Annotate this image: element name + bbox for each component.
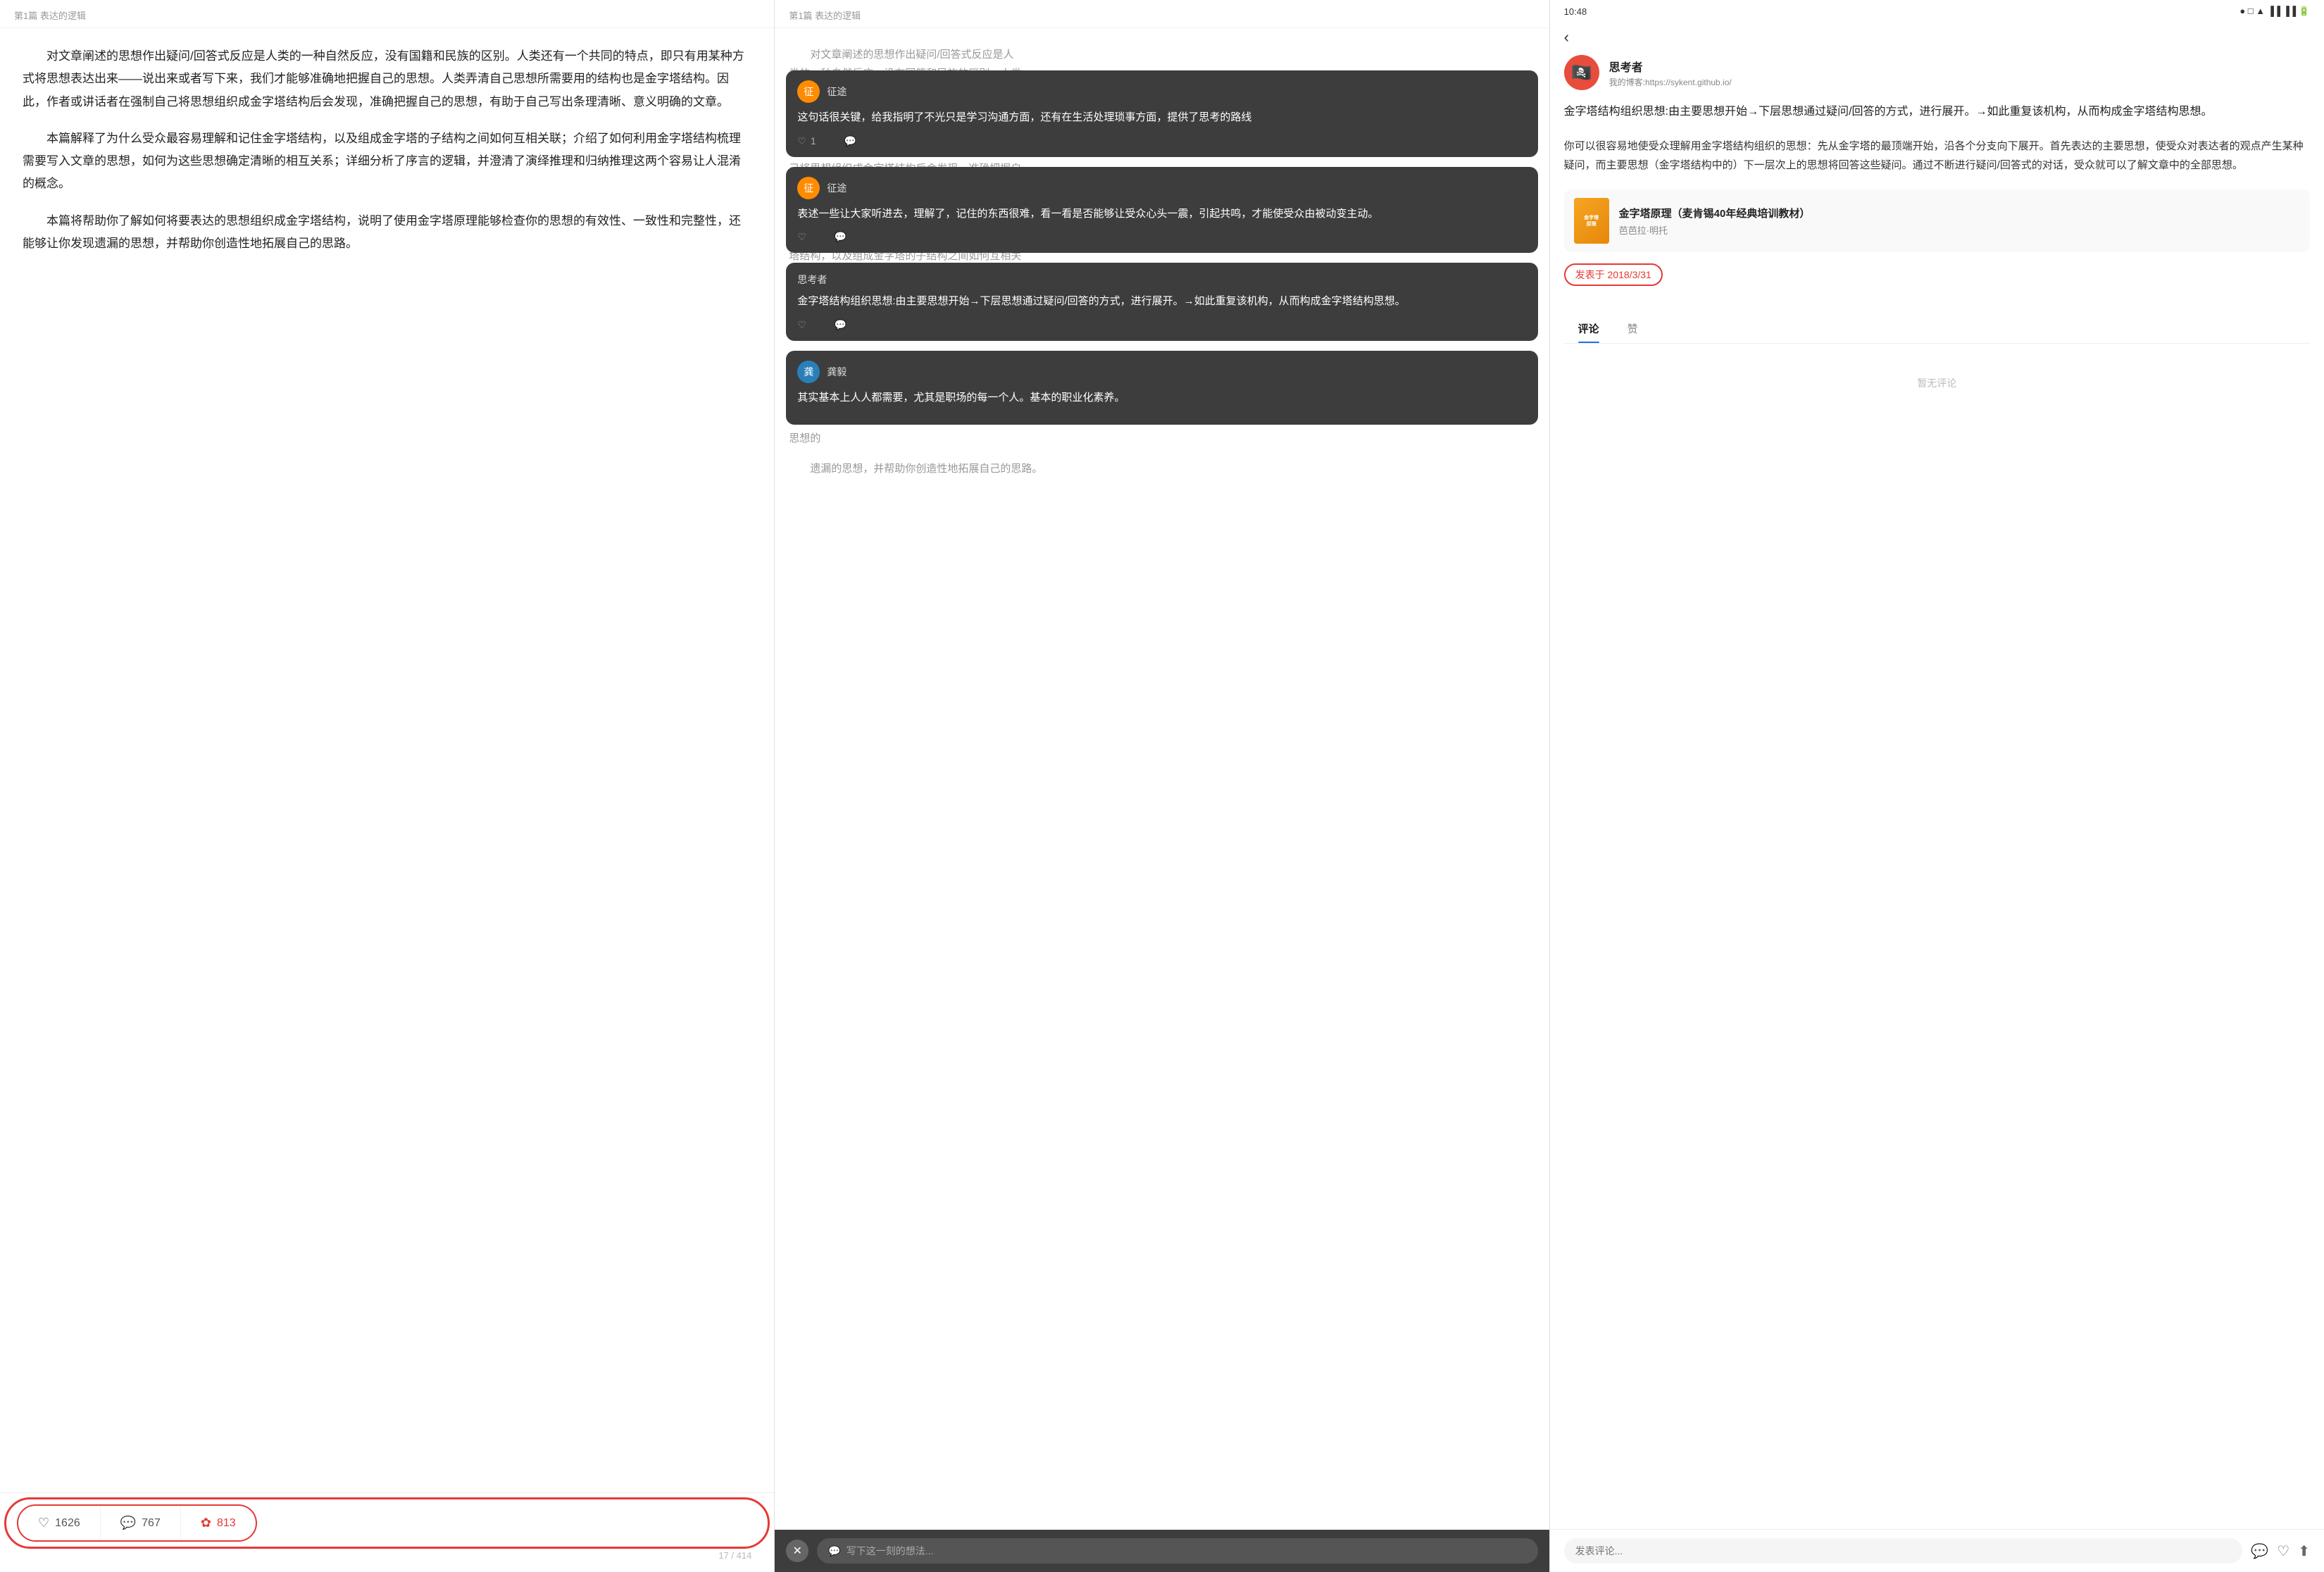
heart-icon: ♡ [797, 231, 806, 243]
tabs-row: 评论 赞 [1564, 314, 2310, 344]
page-indicator: 17 / 414 [17, 1550, 757, 1561]
panel-detail: 10:48 ● □ ▲ ▐▐ ▐▐ 🔋 ‹ 🏴‍☠️ 思考者 我的博客:http… [1549, 0, 2324, 1572]
reply-icon: 💬 [835, 231, 846, 243]
empty-comment: 暂无评论 [1564, 355, 2310, 411]
comment-bubble-icon: 💬 [828, 1545, 840, 1557]
book-author: 芭芭拉·明托 [1619, 223, 1811, 237]
panel-reader: 第1篇 表达的逻辑 对文章阐述的思想作出疑问/回答式反应是人类的一种自然反应，没… [0, 0, 774, 1572]
share-count: 813 [217, 1517, 236, 1530]
comment-avatar-4: 龚 [797, 361, 820, 383]
comment-reply-2[interactable]: 💬 [835, 231, 846, 243]
comment-text-1: 这句话很关键，给我指明了不光只是学习沟通方面，还有在生活处理琐事方面，提供了思考… [797, 108, 1526, 127]
reader-content: 对文章阐述的思想作出疑问/回答式反应是人类的一种自然反应，没有国籍和民族的区别。… [0, 28, 774, 1492]
author-info: 思考者 我的博客:https://sykent.github.io/ [1609, 58, 1732, 88]
author-avatar: 🏴‍☠️ [1564, 55, 1599, 90]
comment-input-placeholder: 写下这一刻的想法... [846, 1544, 934, 1558]
reader-title: 第1篇 表达的逻辑 [14, 11, 86, 21]
comment-icon: 💬 [120, 1516, 136, 1530]
heart-icon: ♡ [38, 1516, 49, 1530]
back-button[interactable]: ‹ [1564, 28, 1569, 46]
comment-input-bar: ✕ 💬 写下这一刻的想法... [775, 1530, 1549, 1572]
detail-body[interactable]: 金字塔结构组织思想:由主要思想开始→下层思想通过疑问/回答的方式，进行展开。→如… [1550, 101, 2324, 1529]
author-row: 🏴‍☠️ 思考者 我的博客:https://sykent.github.io/ [1550, 55, 2324, 101]
book-info: 金字塔原理（麦肯锡40年经典培训教材） 芭芭拉·明托 [1619, 206, 1811, 237]
comment-text-3: 金字塔结构组织思想:由主要思想开始→下层思想通过疑问/回答的方式，进行展开。→如… [797, 292, 1526, 311]
action-bar: ♡ 1626 💬 767 ✿ 813 [17, 1504, 257, 1542]
status-time: 10:48 [1564, 6, 1587, 17]
heart-icon: ♡ [797, 319, 806, 331]
share-icon: ✿ [201, 1516, 211, 1530]
comment-username-2: 征途 [827, 181, 846, 195]
panel-comments: 第1篇 表达的逻辑 对文章阐述的思想作出疑问/回答式反应是人类的一种自然反应，没… [774, 0, 1549, 1572]
status-icons: ● □ ▲ ▐▐ ▐▐ 🔋 [2239, 6, 2310, 17]
comment-username-4: 龚毅 [827, 365, 846, 379]
main-text: 金字塔结构组织思想:由主要思想开始→下层思想通过疑问/回答的方式，进行展开。→如… [1564, 101, 2310, 123]
comment-like-1[interactable]: ♡ 1 [797, 135, 816, 147]
reader-footer: ♡ 1626 💬 767 ✿ 813 17 / 414 [0, 1492, 774, 1572]
comment-like-2[interactable]: ♡ [797, 231, 806, 243]
comment-header-2: 征 征途 [797, 177, 1526, 199]
reply-icon: 💬 [835, 319, 846, 331]
book-title: 金字塔原理（麦肯锡40年经典培训教材） [1619, 206, 1811, 220]
like-button[interactable]: ♡ 1626 [18, 1506, 100, 1540]
comments-body: 对文章阐述的思想作出疑问/回答式反应是人类的一种自然反应，没有国籍和民族的区别。… [775, 28, 1549, 1572]
tab-likes[interactable]: 赞 [1613, 314, 1652, 343]
paragraph-1: 对文章阐述的思想作出疑问/回答式反应是人类的一种自然反应，没有国籍和民族的区别。… [23, 45, 751, 113]
comment-actions-3: ♡ 💬 [797, 319, 1526, 331]
comment-reply-3[interactable]: 💬 [835, 319, 846, 331]
publish-date: 发表于 2018/3/31 [1564, 263, 1663, 286]
heart-icon[interactable]: ♡ [2277, 1542, 2289, 1560]
detail-nav: ‹ [1550, 23, 2324, 55]
reader-header: 第1篇 表达的逻辑 [0, 0, 774, 28]
comment-header-3: 思考者 [797, 273, 1526, 287]
comment-header-4: 龚 龚毅 [797, 361, 1526, 383]
author-link: 我的博客:https://sykent.github.io/ [1609, 76, 1732, 88]
paragraph-3: 本篇将帮助你了解如何将要表达的思想组织成金字塔结构，说明了使用金字塔原理能够检查… [23, 210, 751, 256]
secondary-text: 你可以很容易地使受众理解用金字塔结构组织的思想：先从金字塔的最顶端开始，沿各个分… [1564, 137, 2310, 176]
like-count-1: 1 [811, 135, 816, 146]
comment-actions-2: ♡ 💬 [797, 231, 1526, 243]
comment-input-field[interactable] [1564, 1538, 2243, 1564]
message-icon[interactable]: 💬 [2251, 1542, 2268, 1560]
comments-overlay[interactable]: 征 征途 这句话很关键，给我指明了不光只是学习沟通方面，还有在生活处理琐事方面，… [775, 63, 1549, 1572]
comment-actions-1: ♡ 1 💬 [797, 135, 1526, 147]
comment-reply-1[interactable]: 💬 [844, 135, 856, 147]
comments-header: 第1篇 表达的逻辑 [775, 0, 1549, 28]
publish-date-wrapper: 发表于 2018/3/31 [1564, 263, 2310, 300]
share-icon[interactable]: ⬆ [2298, 1542, 2310, 1560]
comment-like-3[interactable]: ♡ [797, 319, 806, 331]
share-button[interactable]: ✿ 813 [180, 1506, 256, 1540]
like-count: 1626 [55, 1517, 80, 1530]
statusbar: 10:48 ● □ ▲ ▐▐ ▐▐ 🔋 [1550, 0, 2324, 23]
comment-avatar-2: 征 [797, 177, 820, 199]
action-bar-wrapper: ♡ 1626 💬 767 ✿ 813 [17, 1504, 757, 1542]
book-cover: 金字塔原理 [1574, 198, 1609, 244]
comment-username-3: 思考者 [797, 273, 827, 287]
comment-card-1: 征 征途 这句话很关键，给我指明了不光只是学习沟通方面，还有在生活处理琐事方面，… [786, 70, 1537, 157]
reply-icon: 💬 [844, 135, 856, 147]
comment-button[interactable]: 💬 767 [100, 1506, 180, 1540]
comment-avatar-1: 征 [797, 80, 820, 103]
statusbar-icons: ● □ ▲ ▐▐ ▐▐ 🔋 [2239, 6, 2310, 17]
author-name: 思考者 [1609, 58, 1732, 75]
book-card[interactable]: 金字塔原理 金字塔原理（麦肯锡40年经典培训教材） 芭芭拉·明托 [1564, 189, 2310, 252]
comment-card-4: 龚 龚毅 其实基本上人人都需要，尤其是职场的每一个人。基本的职业化素养。 [786, 351, 1537, 425]
paragraph-2: 本篇解释了为什么受众最容易理解和记住金字塔结构，以及组成金字塔的子结构之间如何互… [23, 127, 751, 196]
comment-count: 767 [142, 1517, 161, 1530]
comment-text-4: 其实基本上人人都需要，尤其是职场的每一个人。基本的职业化素养。 [797, 389, 1526, 407]
comments-title: 第1篇 表达的逻辑 [789, 11, 861, 21]
close-button[interactable]: ✕ [786, 1540, 808, 1562]
tab-comments[interactable]: 评论 [1564, 314, 1613, 343]
comment-text-2: 表述一些让大家听进去，理解了，记住的东西很难，看一看是否能够让受众心头一震，引起… [797, 205, 1526, 223]
comment-username-1: 征途 [827, 85, 846, 99]
detail-footer: 💬 ♡ ⬆ [1550, 1529, 2324, 1572]
comment-card-2: 征 征途 表述一些让大家听进去，理解了，记住的东西很难，看一看是否能够让受众心头… [786, 167, 1537, 254]
comment-card-3: 思考者 金字塔结构组织思想:由主要思想开始→下层思想通过疑问/回答的方式，进行展… [786, 263, 1537, 341]
heart-icon: ♡ [797, 135, 806, 147]
comment-header-1: 征 征途 [797, 80, 1526, 103]
comment-input[interactable]: 💬 写下这一刻的想法... [817, 1538, 1537, 1564]
